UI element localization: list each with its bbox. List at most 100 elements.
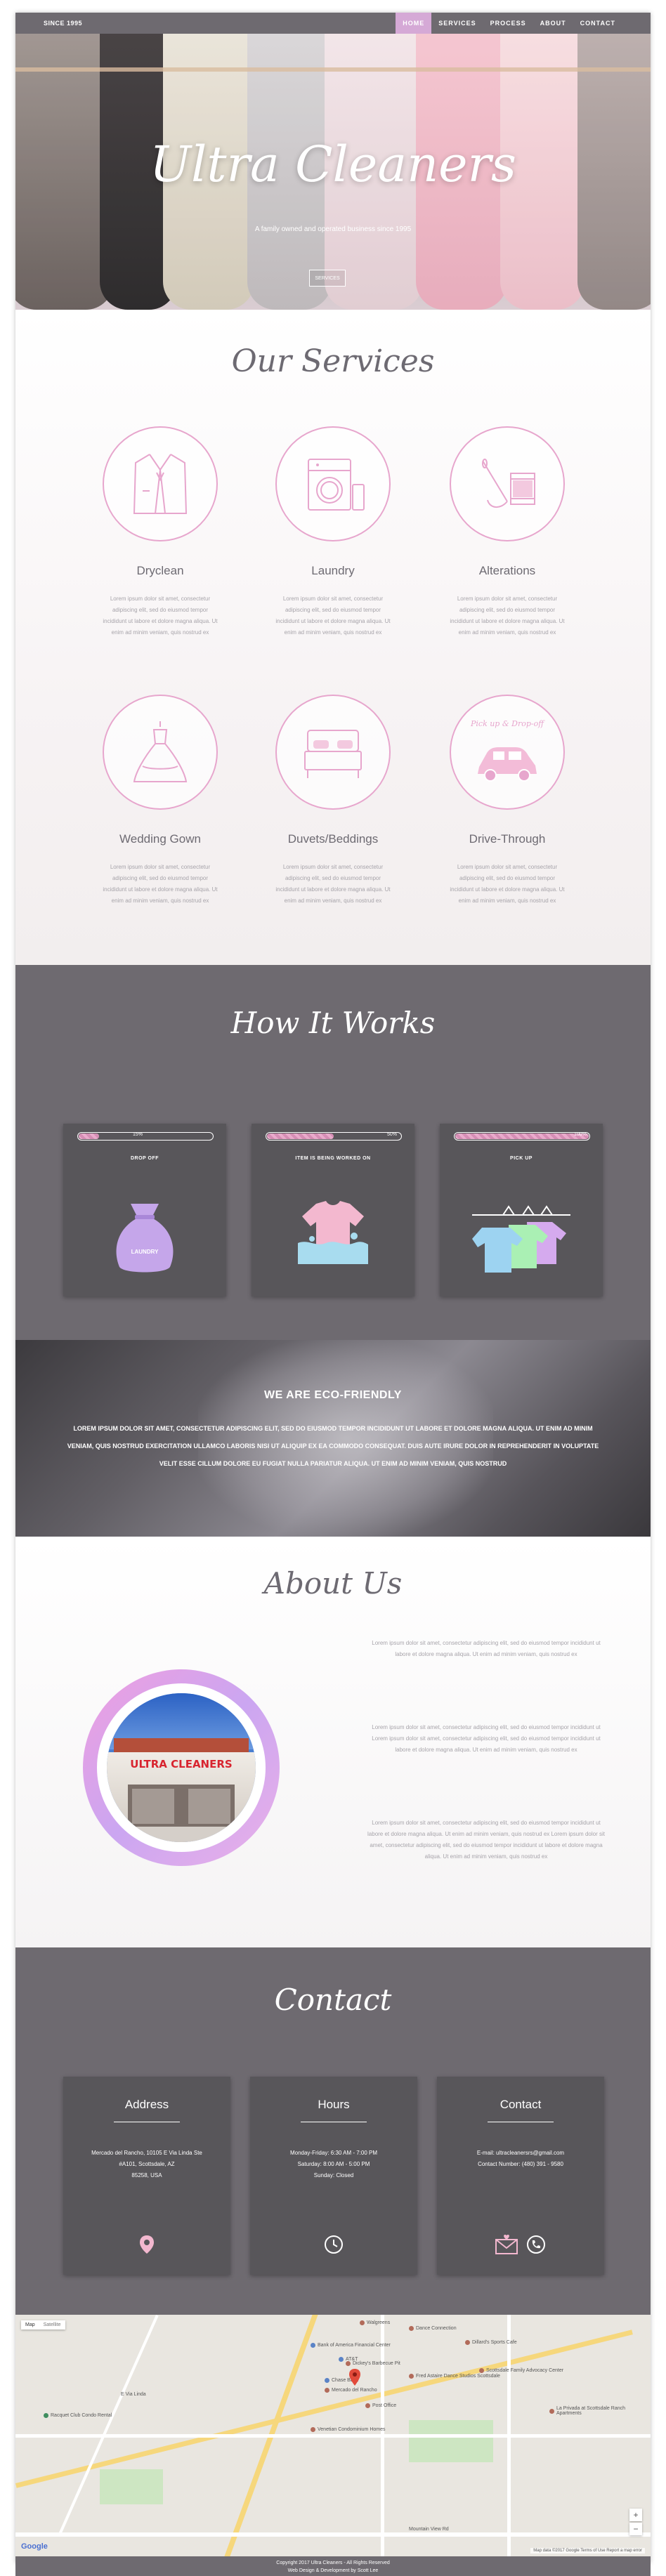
- address-line: #A101, Scottsdale, AZ: [119, 2161, 175, 2167]
- service-desc: Lorem ipsum dolor sit amet, consectetur …: [275, 596, 391, 636]
- since-label: SINCE 1995: [44, 20, 83, 27]
- progress-pct: 100%: [574, 1132, 587, 1137]
- nav-process[interactable]: PROCESS: [483, 13, 533, 34]
- contact-text: E-mail: ultracleanersrs@gmail.com Contac…: [437, 2148, 604, 2170]
- map-poi[interactable]: Walgreens: [360, 2320, 390, 2325]
- card-icons: [250, 2234, 417, 2255]
- contact-title: Contact: [274, 1983, 392, 2017]
- service-card-dryclean[interactable]: Dryclean Lorem ipsum dolor sit amet, con…: [76, 426, 244, 638]
- hero-tagline: A family owned and operated business sin…: [254, 225, 412, 233]
- process-section: How It Works 15% DROP OFF LAUNDRY 50% IT…: [15, 965, 651, 1340]
- map-poi[interactable]: Dance Connection: [409, 2326, 457, 2331]
- services-title: Our Services: [231, 343, 435, 379]
- card-icons: [437, 2234, 604, 2255]
- map-poi[interactable]: Venetian Condominium Homes: [311, 2427, 386, 2432]
- laundry-bag-icon: LAUNDRY: [103, 1194, 187, 1278]
- email-line[interactable]: E-mail: ultracleanersrs@gmail.com: [437, 2148, 604, 2159]
- map-road: [15, 2329, 633, 2488]
- service-name: Laundry: [311, 564, 355, 577]
- services-button[interactable]: SERVICES: [309, 270, 346, 287]
- map-poi[interactable]: Scottsdale Family Advocacy Center: [479, 2368, 563, 2373]
- progress-pct: 15%: [133, 1132, 143, 1137]
- storefront-photo: ULTRA CLEANERS: [107, 1693, 256, 1842]
- service-card-drive-through[interactable]: Pick up & Drop-off Drive-Through Lorem i…: [423, 695, 592, 907]
- service-card-wedding-gown[interactable]: Wedding Gown Lorem ipsum dolor sit amet,…: [76, 695, 244, 907]
- location-map[interactable]: Map Satellite Walgreens Dance Connection…: [15, 2315, 651, 2556]
- clock-icon: [325, 2235, 343, 2254]
- progress-fill: [455, 1133, 589, 1139]
- hero-title: Ultra Cleaners: [150, 136, 516, 193]
- about-paragraph: Lorem ipsum dolor sit amet, consectetur …: [367, 1820, 605, 1860]
- contact-card-hours: Hours Monday-Friday: 6:30 AM - 7:00 PM S…: [250, 2077, 417, 2275]
- map-poi[interactable]: Dickey's Barbecue Pit: [346, 2361, 400, 2366]
- about-photo-frame: ULTRA CLEANERS: [83, 1669, 280, 1866]
- service-name: Wedding Gown: [119, 832, 201, 846]
- about-paragraph: Lorem ipsum dolor sit amet, consectetur …: [372, 1640, 601, 1657]
- progress-fill: [267, 1133, 334, 1139]
- nav-about[interactable]: ABOUT: [533, 13, 573, 34]
- service-card-alterations[interactable]: Alterations Lorem ipsum dolor sit amet, …: [423, 426, 592, 638]
- nav-contact[interactable]: CONTACT: [573, 13, 622, 34]
- hanging-shirts-icon: [468, 1194, 575, 1278]
- zoom-out-button[interactable]: −: [629, 2523, 642, 2535]
- hours-line: Monday-Friday: 6:30 AM - 7:00 PM: [289, 2150, 378, 2156]
- nav-links: HOME SERVICES PROCESS ABOUT CONTACT: [396, 13, 622, 34]
- map-pin-icon[interactable]: [138, 2234, 155, 2255]
- top-nav: SINCE 1995 HOME SERVICES PROCESS ABOUT C…: [15, 13, 651, 34]
- about-title: About Us: [263, 1566, 403, 1601]
- map-poi[interactable]: Post Office: [365, 2403, 396, 2408]
- car-icon: Pick up & Drop-off: [450, 695, 565, 810]
- map-road: [15, 2532, 651, 2537]
- service-desc: Lorem ipsum dolor sit amet, consectetur …: [103, 864, 218, 904]
- map-poi[interactable]: Racquet Club Condo Rental: [44, 2413, 112, 2418]
- progress-bar: 50%: [266, 1132, 402, 1141]
- service-name: Dryclean: [136, 564, 184, 577]
- nav-home[interactable]: HOME: [396, 13, 432, 34]
- google-logo: Google: [21, 2542, 48, 2551]
- card-title: Address: [124, 2098, 169, 2111]
- step-label: ITEM IS BEING WORKED ON: [295, 1156, 371, 1161]
- address-text: Mercado del Rancho, 10105 E Via Linda St…: [63, 2148, 230, 2181]
- address-line: 85258, USA: [131, 2172, 162, 2179]
- pickup-dropoff-label: Pick up & Drop-off: [470, 719, 544, 728]
- process-card-drop-off: 15% DROP OFF LAUNDRY: [63, 1124, 226, 1296]
- map-road-label: Mountain View Rd: [409, 2527, 449, 2532]
- progress-pct: 50%: [387, 1132, 398, 1137]
- progress-bar: 15%: [77, 1132, 214, 1141]
- map-type-map[interactable]: Map: [21, 2320, 39, 2329]
- map-poi[interactable]: Dillard's Sports Cafe: [465, 2340, 517, 2345]
- zoom-in-button[interactable]: +: [629, 2509, 642, 2521]
- service-desc: Lorem ipsum dolor sit amet, consectetur …: [450, 864, 565, 904]
- card-icons: [63, 2234, 230, 2255]
- service-desc: Lorem ipsum dolor sit amet, consectetur …: [450, 596, 565, 636]
- map-poi[interactable]: AT&T: [339, 2357, 358, 2362]
- map-road: [15, 2434, 651, 2438]
- envelope-icon[interactable]: [495, 2234, 518, 2255]
- page: SINCE 1995 HOME SERVICES PROCESS ABOUT C…: [0, 0, 666, 2576]
- suit-icon: [103, 426, 218, 541]
- map-poi[interactable]: Bank of America Financial Center: [311, 2343, 391, 2348]
- storefront-sign: ULTRA CLEANERS: [130, 1758, 233, 1770]
- map-poi[interactable]: La Privada at Scottsdale Ranch Apartment…: [549, 2406, 651, 2416]
- laundry-bag-text: LAUNDRY: [131, 1249, 159, 1255]
- eco-body: Lorem ipsum dolor sit amet, consectetur …: [67, 1425, 599, 1467]
- map-type-satellite[interactable]: Satellite: [39, 2320, 65, 2329]
- card-title: Contact: [500, 2098, 542, 2111]
- hours-line: Saturday: 8:00 AM - 5:00 PM: [297, 2161, 370, 2167]
- map-poi[interactable]: Mercado del Rancho: [325, 2388, 377, 2393]
- map-park: [409, 2420, 493, 2462]
- map-type-toggle: Map Satellite: [21, 2320, 65, 2329]
- nav-services[interactable]: SERVICES: [431, 13, 483, 34]
- contact-card-contact: Contact E-mail: ultracleanersrs@gmail.co…: [437, 2077, 604, 2275]
- service-card-laundry[interactable]: Laundry Lorem ipsum dolor sit amet, cons…: [249, 426, 417, 638]
- service-name: Duvets/Beddings: [287, 832, 379, 846]
- services-section: Our Services Dryclean Lorem ipsum dolor …: [15, 310, 651, 965]
- map-poi[interactable]: Fred Astaire Dance Studios Scottsdale: [409, 2374, 500, 2379]
- service-card-duvets[interactable]: Duvets/Beddings Lorem ipsum dolor sit am…: [249, 695, 417, 907]
- phone-icon[interactable]: [525, 2234, 547, 2255]
- phone-line[interactable]: Contact Number: (480) 391 - 9580: [437, 2159, 604, 2170]
- service-name: Alterations: [478, 564, 536, 577]
- service-desc: Lorem ipsum dolor sit amet, consectetur …: [103, 596, 218, 636]
- contact-card-address: Address Mercado del Rancho, 10105 E Via …: [63, 2077, 230, 2275]
- map-marker-icon[interactable]: [348, 2368, 361, 2386]
